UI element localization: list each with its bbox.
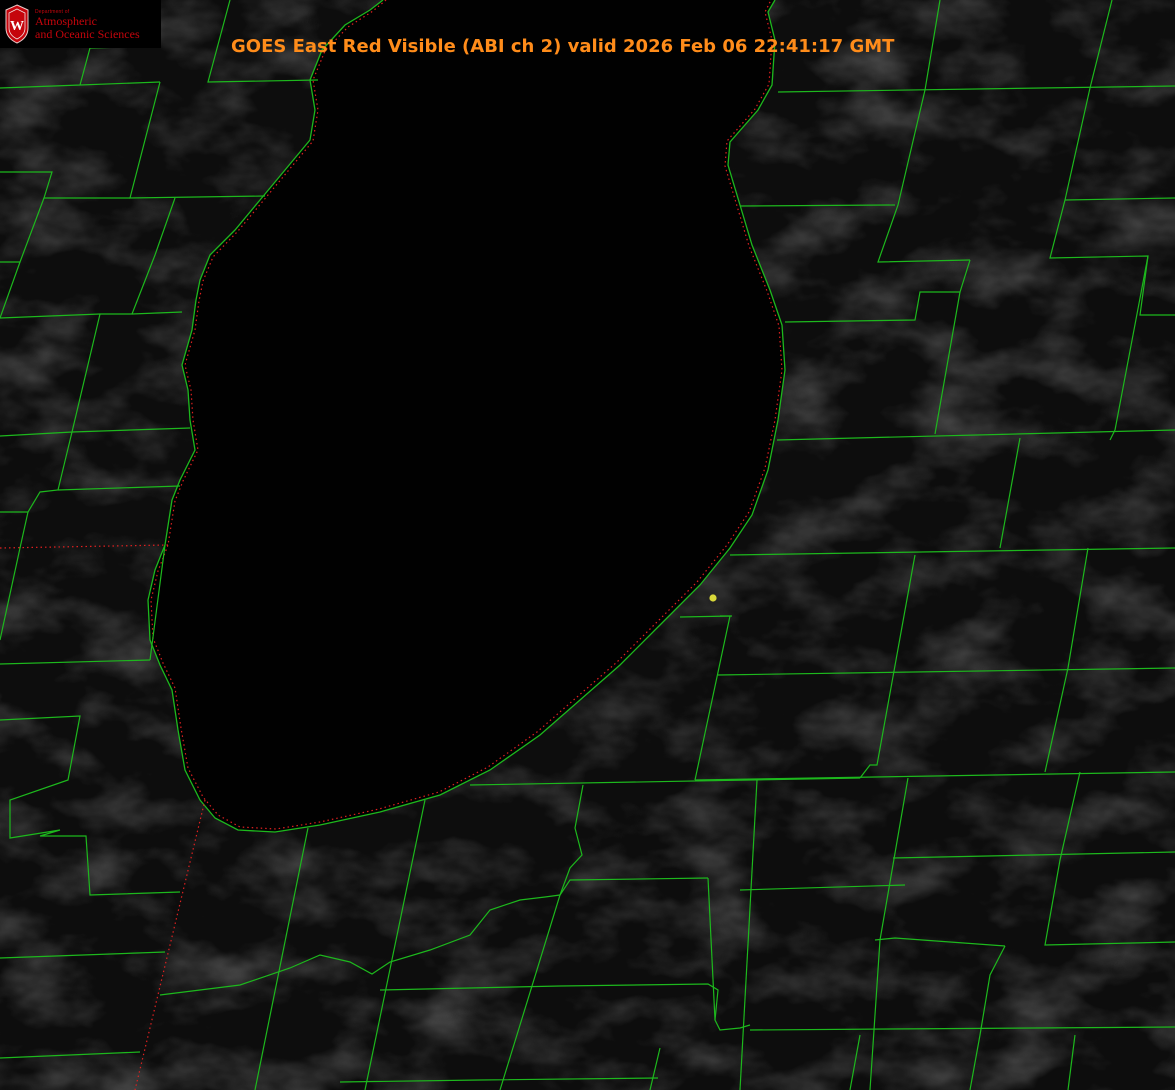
uw-aos-logo: W Department of Atmospheric and Oceanic …: [0, 0, 161, 48]
logo-line-2: and Oceanic Sciences: [35, 27, 140, 41]
station-marker: [709, 594, 717, 602]
satellite-map: [0, 0, 1175, 1090]
uw-crest-icon: W: [5, 4, 29, 44]
logo-letter: W: [10, 19, 24, 34]
image-title: GOES East Red Visible (ABI ch 2) valid 2…: [231, 36, 895, 57]
satellite-image-view: W Department of Atmospheric and Oceanic …: [0, 0, 1175, 1090]
